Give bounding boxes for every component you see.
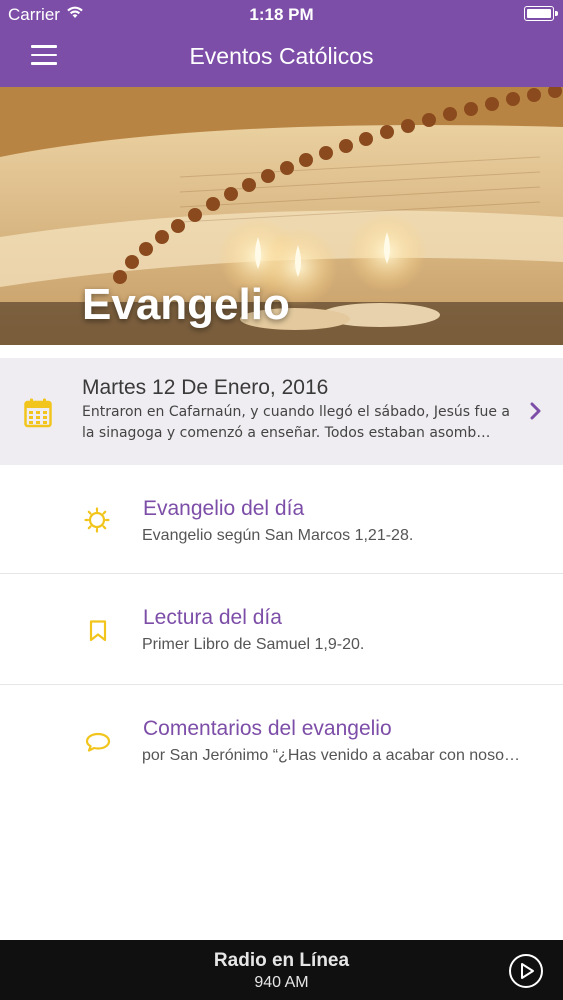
radio-title: Radio en Línea (213, 950, 350, 971)
date-title: Martes 12 De Enero, 2016 (82, 376, 329, 399)
item-title: Comentarios del evangelio (143, 717, 392, 740)
item-subtitle: por San Jerónimo “¿Has venido a acabar c… (142, 747, 520, 764)
play-circle-icon[interactable] (508, 953, 544, 989)
battery-icon (524, 6, 558, 21)
item-title: Lectura del día (143, 606, 282, 629)
chevron-right-icon[interactable] (530, 401, 542, 421)
sun-icon (84, 507, 110, 533)
item-title: Evangelio del día (143, 497, 305, 520)
radio-subtitle: 940 AM (254, 974, 309, 991)
item-subtitle: Evangelio según San Marcos 1,21-28. (142, 527, 414, 544)
date-snippet: Entraron en Cafarnaún, y cuando llegó el… (82, 404, 510, 441)
speech-bubble-icon (85, 732, 111, 752)
calendar-icon (24, 398, 52, 428)
hero-title: Evangelio (82, 280, 290, 329)
bookmark-icon (89, 620, 107, 642)
top-bar: Carrier 1:18 PM Eventos Católicos (0, 0, 563, 87)
item-subtitle: Primer Libro de Samuel 1,9-20. (142, 636, 365, 653)
clock: 1:18 PM (249, 5, 314, 24)
radio-player-bar[interactable]: Radio en Línea 940 AM (0, 940, 563, 1000)
status-bar: Carrier 1:18 PM (0, 0, 563, 28)
app-title: Eventos Católicos (189, 43, 374, 69)
